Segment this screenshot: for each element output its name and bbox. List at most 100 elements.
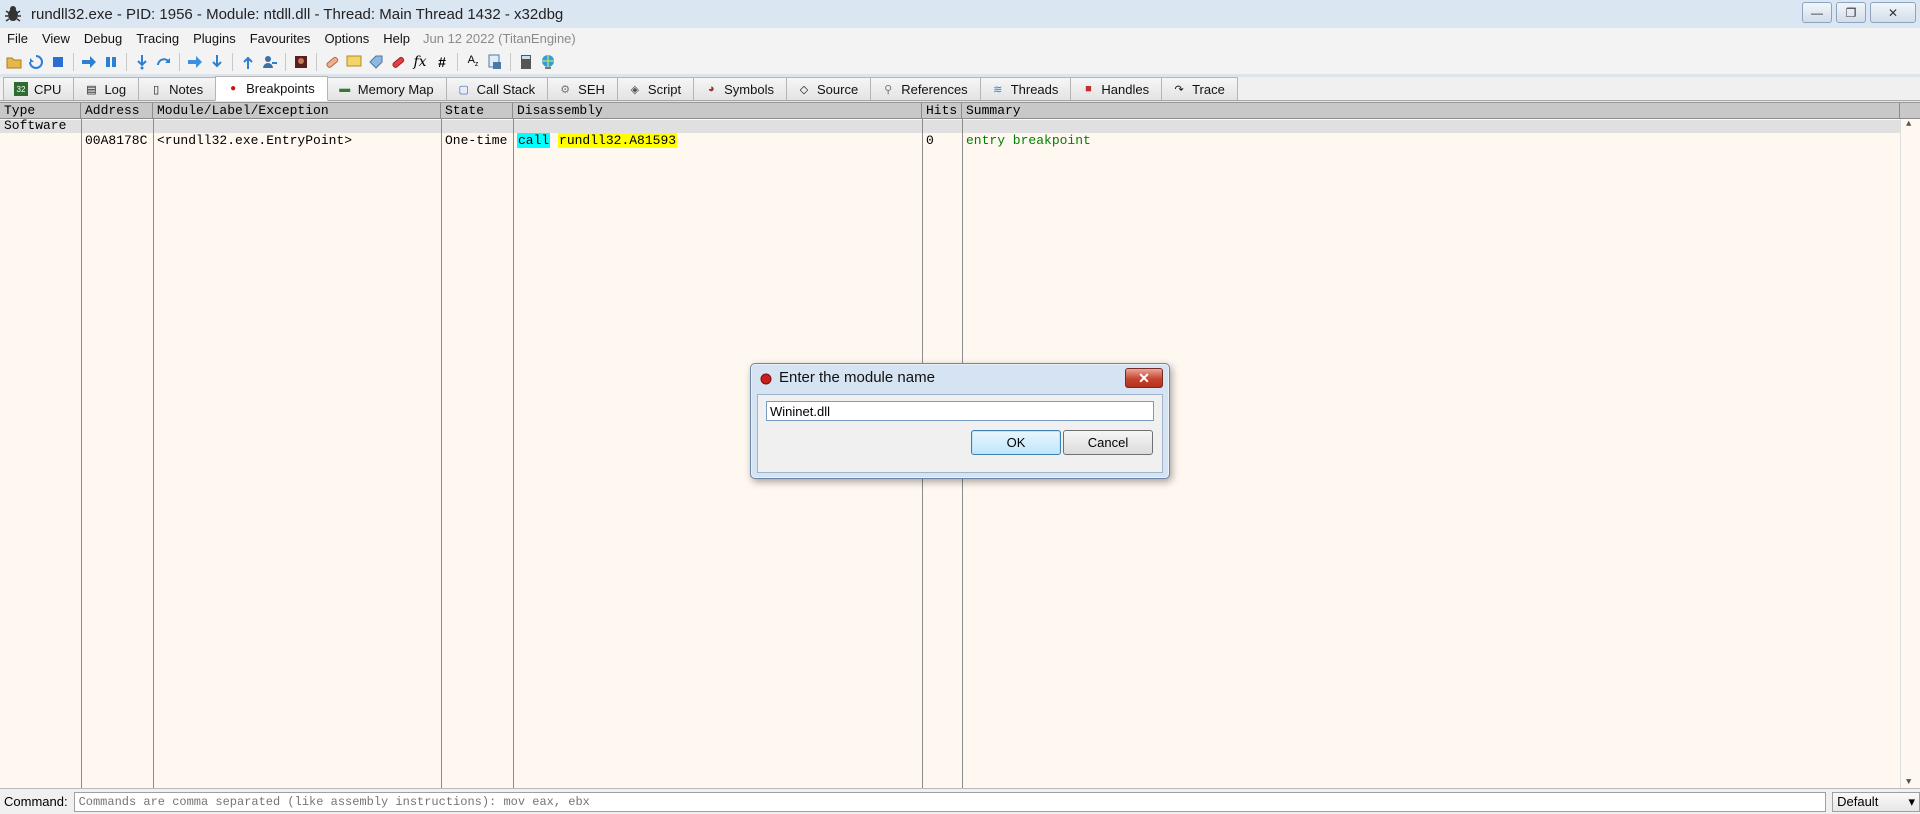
cell-label: <rundll32.exe.EntryPoint> [157, 133, 353, 148]
tab-label: References [901, 81, 968, 97]
comments-icon[interactable] [344, 52, 364, 72]
ok-button[interactable]: OK [971, 430, 1061, 455]
references-icon: ⚲ [884, 83, 893, 96]
tab-label: Memory Map [357, 81, 434, 97]
scroll-down-icon[interactable]: ▼ [1906, 777, 1911, 787]
notes-icon: ▯ [153, 83, 160, 96]
functions-icon[interactable]: fx [410, 52, 430, 72]
handles-icon: ■ [1085, 83, 1092, 95]
menu-plugins[interactable]: Plugins [186, 31, 243, 46]
pause-icon[interactable] [101, 52, 121, 72]
bug-icon [3, 4, 23, 24]
tab-notes[interactable]: ▯ Notes [138, 77, 217, 100]
scroll-up-icon[interactable]: ▲ [1906, 119, 1911, 129]
minimize-icon: — [1811, 5, 1823, 20]
dialog-close-button[interactable]: ✕ [1125, 368, 1163, 388]
calculator-icon[interactable] [516, 52, 536, 72]
trace-over-icon[interactable] [207, 52, 227, 72]
tab-label: Log [104, 81, 127, 97]
open-icon[interactable] [4, 52, 24, 72]
menu-bar: File View Debug Tracing Plugins Favourit… [0, 28, 1920, 49]
cpu-icon: 32 [14, 82, 28, 96]
column-header-label[interactable]: Module/Label/Exception [153, 103, 441, 119]
column-header-summary[interactable]: Summary [962, 103, 1900, 119]
command-bar: Command: Default ▾ [0, 788, 1920, 814]
tab-script[interactable]: ◈ Script [616, 77, 695, 100]
maximize-icon: ❐ [1845, 5, 1857, 20]
column-header-state[interactable]: State [441, 103, 513, 119]
menu-favourites[interactable]: Favourites [243, 31, 318, 46]
command-input[interactable] [73, 791, 1827, 812]
labels-icon[interactable] [366, 52, 386, 72]
title-bar: rundll32.exe - PID: 1956 - Module: ntdll… [0, 0, 1920, 28]
column-header-hits[interactable]: Hits [922, 103, 962, 119]
menu-tracing[interactable]: Tracing [129, 31, 186, 46]
font-icon[interactable]: Az [463, 52, 483, 72]
module-name-dialog: Enter the module name ✕ OK Cancel [750, 363, 1170, 479]
restart-icon[interactable] [26, 52, 46, 72]
vertical-scrollbar[interactable]: ▲ ▼ [1900, 119, 1920, 788]
tab-symbols[interactable]: ◕ Symbols [693, 77, 787, 100]
execute-till-return-icon[interactable] [238, 52, 258, 72]
tab-threads[interactable]: ≋ Threads [979, 77, 1072, 100]
patch-icon[interactable] [322, 52, 342, 72]
cell-state: One-time [445, 133, 508, 148]
column-header-type[interactable]: Type [0, 103, 81, 119]
tab-label: Source [817, 81, 859, 97]
tab-handles[interactable]: ■ Handles [1070, 77, 1163, 100]
minimize-button[interactable]: — [1802, 2, 1832, 23]
scylla-icon[interactable] [291, 52, 311, 72]
group-row-software: Software [0, 118, 1920, 133]
breakpoint-icon: ● [230, 83, 237, 94]
tab-trace[interactable]: ↷ Trace [1161, 77, 1238, 100]
step-into-icon[interactable] [132, 52, 152, 72]
tab-seh[interactable]: ⚙ SEH [547, 77, 618, 100]
cancel-button[interactable]: Cancel [1063, 430, 1153, 455]
window-title: rundll32.exe - PID: 1956 - Module: ntdll… [31, 5, 564, 23]
step-over-icon[interactable] [154, 52, 174, 72]
tab-cpu[interactable]: 32 CPU [3, 77, 75, 100]
menu-debug[interactable]: Debug [77, 31, 129, 46]
call-stack-icon: ▢ [458, 83, 469, 96]
menu-file[interactable]: File [0, 31, 35, 46]
help-globe-icon[interactable] [538, 52, 558, 72]
tab-memory-map[interactable]: ▬ Memory Map [326, 77, 447, 100]
run-to-user-code-icon[interactable] [260, 52, 280, 72]
close-icon: ✕ [1887, 5, 1899, 20]
log-icon: ▤ [86, 83, 97, 96]
trace-into-icon[interactable] [185, 52, 205, 72]
chevron-down-icon: ▾ [1908, 793, 1915, 809]
close-window-button[interactable]: ✕ [1870, 2, 1916, 23]
command-mode-select[interactable]: Default ▾ [1832, 791, 1920, 812]
strings-icon[interactable] [485, 52, 505, 72]
symbols-icon: ◕ [707, 83, 715, 95]
source-icon: ◇ [799, 83, 809, 96]
module-name-input[interactable] [766, 401, 1154, 421]
cell-disassembly: call rundll32.A81593 [517, 133, 678, 148]
column-header-disassembly[interactable]: Disassembly [513, 103, 922, 119]
menu-help[interactable]: Help [376, 31, 417, 46]
tab-breakpoints[interactable]: ● Breakpoints [215, 76, 328, 101]
tab-label: Notes [169, 81, 204, 97]
tab-call-stack[interactable]: ▢ Call Stack [445, 77, 549, 100]
tab-label: Threads [1010, 81, 1059, 97]
bookmarks-icon[interactable] [388, 52, 408, 72]
menu-view[interactable]: View [35, 31, 77, 46]
run-icon[interactable] [79, 52, 99, 72]
column-header-address[interactable]: Address [81, 103, 153, 119]
tab-references[interactable]: ⚲ References [870, 77, 981, 100]
command-mode-value: Default [1837, 794, 1879, 809]
tab-label: Handles [1101, 81, 1150, 97]
tab-log[interactable]: ▤ Log [73, 77, 140, 100]
stop-icon[interactable] [48, 52, 68, 72]
tab-source[interactable]: ◇ Source [786, 77, 872, 100]
tab-label: SEH [578, 81, 605, 97]
menu-options[interactable]: Options [317, 31, 376, 46]
maximize-button[interactable]: ❐ [1836, 2, 1866, 23]
threads-icon: ≋ [993, 83, 1003, 96]
hash-icon[interactable]: # [432, 52, 452, 72]
toolbar: fx # Az [0, 49, 1920, 74]
dialog-body: OK Cancel [757, 394, 1163, 473]
cell-hits: 0 [926, 133, 934, 148]
disasm-operand: rundll32.A81593 [558, 133, 678, 148]
